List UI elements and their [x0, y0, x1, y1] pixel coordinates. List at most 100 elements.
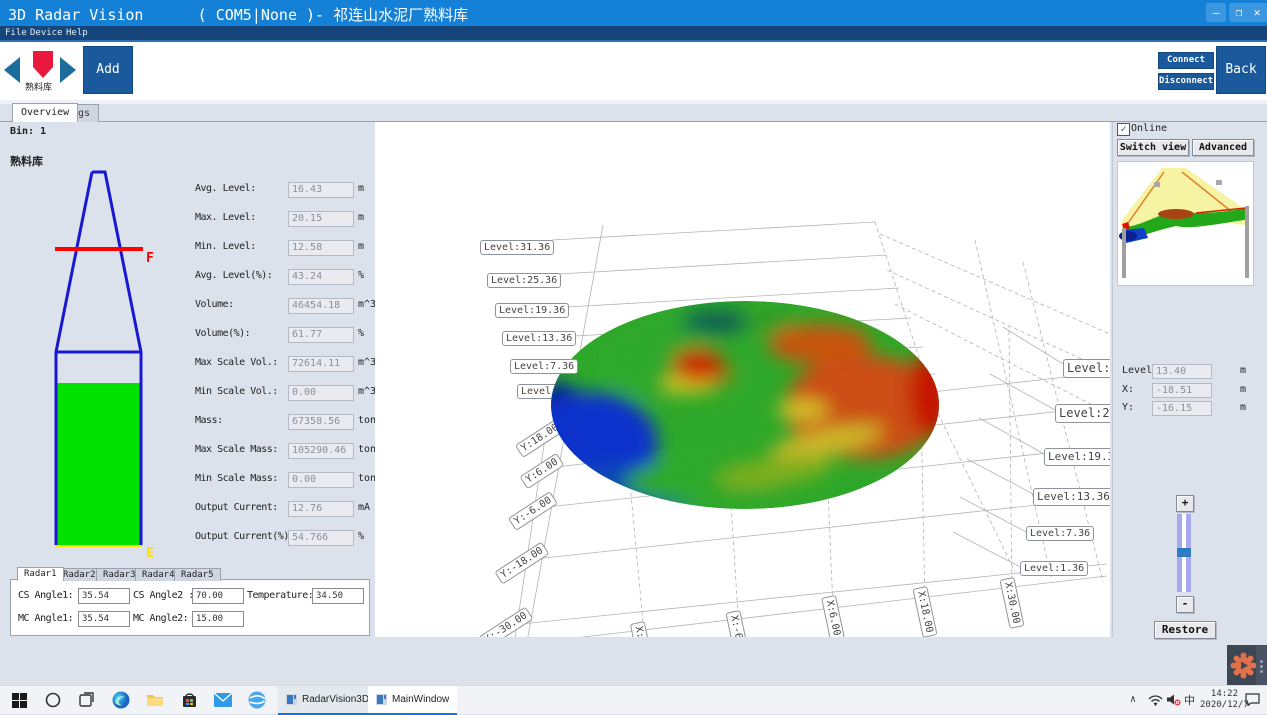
tab-overview[interactable]: Overview	[12, 103, 78, 122]
add-button[interactable]: Add	[83, 46, 133, 94]
level-tag: Level:7.36	[1026, 526, 1094, 541]
menu-help[interactable]: Help	[66, 28, 88, 38]
mc-angle2-input[interactable]: 15.00	[192, 611, 244, 627]
bin-icon-label: 熟料库	[25, 80, 52, 93]
menu-device[interactable]: Device	[30, 28, 63, 38]
zoom-slider-handle[interactable]	[1177, 548, 1191, 557]
stat-row: Max. Level:20.15m	[195, 211, 395, 227]
stat-unit: m^3	[358, 386, 376, 397]
level-tag: Level:1.36	[1020, 561, 1088, 576]
restore-button[interactable]: Restore	[1154, 621, 1216, 639]
taskbar-window-mainwindow[interactable]: MainWindow	[368, 686, 457, 715]
file-explorer-icon[interactable]	[144, 689, 166, 711]
app-window-icon	[286, 694, 297, 705]
stat-unit: mA	[358, 502, 370, 513]
restore-icon[interactable]: ❐	[1229, 3, 1249, 22]
stat-label: Avg. Level:	[195, 183, 256, 194]
stat-label: Volume(%):	[195, 328, 250, 339]
stat-value: 54.766	[288, 530, 354, 546]
zoom-slider-track[interactable]	[1177, 514, 1191, 592]
back-button[interactable]: Back	[1216, 46, 1266, 94]
stat-label: Max. Level:	[195, 212, 256, 223]
store-icon[interactable]	[178, 689, 200, 711]
online-checkbox[interactable]: ✓	[1117, 123, 1130, 136]
tab-strip: Overview Logs	[0, 103, 1267, 122]
app-window-icon	[376, 694, 387, 705]
stat-row: Volume:46454.18m^3	[195, 298, 395, 314]
volume-muted-icon[interactable]	[1166, 686, 1181, 713]
level-tag: Level:31.36	[480, 240, 554, 255]
gear-icon[interactable]	[1230, 652, 1257, 679]
stat-unit: m	[358, 241, 364, 252]
bin-name: 熟料库	[10, 153, 43, 169]
stat-row: Min. Level:12.58m	[195, 240, 395, 256]
menu-bar: File Device Help	[0, 26, 1267, 42]
title-bar: 3D Radar Vision ( COM5|None )- 祁连山水泥厂熟料库…	[0, 0, 1267, 26]
temperature-label: Temperature:	[247, 590, 313, 601]
switch-view-button[interactable]: Switch view	[1117, 139, 1189, 156]
stat-value: 16.43	[288, 182, 354, 198]
stat-row: Max Scale Mass:105290.46ton	[195, 443, 395, 459]
stat-unit: ton	[358, 415, 376, 426]
zoom-out-button[interactable]: -	[1176, 596, 1194, 613]
cs-angle2-label: CS Angle2 :	[133, 590, 194, 601]
online-label: Online	[1131, 123, 1167, 134]
notification-icon[interactable]	[1245, 686, 1260, 713]
start-icon[interactable]	[8, 689, 30, 711]
taskbar: RadarVision3D.ex... MainWindow ∧ 中 14:22…	[0, 685, 1267, 714]
ime-indicator[interactable]: 中	[1184, 686, 1195, 713]
stat-value: 12.76	[288, 501, 354, 517]
widget-menu-dots[interactable]	[1256, 645, 1267, 686]
stat-label: Output Current:	[195, 502, 278, 513]
x-readout-value: -18.51	[1152, 383, 1212, 398]
zoom-in-button[interactable]: +	[1176, 495, 1194, 512]
stat-unit: %	[358, 328, 364, 339]
edge-icon[interactable]	[110, 689, 132, 711]
stat-row: Avg. Level(%):43.24%	[195, 269, 395, 285]
stat-label: Min Scale Mass:	[195, 473, 278, 484]
level-readout-unit: m	[1240, 365, 1246, 376]
task-view-icon[interactable]	[76, 689, 98, 711]
stat-value: 67358.56	[288, 414, 354, 430]
full-line-label: F	[146, 251, 154, 266]
tab-radar5[interactable]: Radar5	[174, 568, 221, 581]
browser-icon[interactable]	[246, 689, 268, 711]
level-tag: Level:25.36	[487, 273, 561, 288]
cs-angle1-input[interactable]: 35.54	[78, 588, 130, 604]
mc-angle1-input[interactable]: 35.54	[78, 611, 130, 627]
surface-plot-3d[interactable]: Level:1.36 Y:18.00	[375, 122, 1110, 637]
search-icon[interactable]	[42, 689, 64, 711]
screen-recorder-widget[interactable]	[1227, 645, 1267, 686]
stat-label: Avg. Level(%):	[195, 270, 272, 281]
x-readout: X: -18.51 m	[1122, 383, 1262, 398]
menu-file[interactable]: File	[5, 28, 27, 38]
cs-angle2-input[interactable]: 70.00	[192, 588, 244, 604]
temperature-input[interactable]: 34.50	[312, 588, 364, 604]
stat-row: Output Current(%):54.766%	[195, 530, 395, 546]
stat-label: Max Scale Mass:	[195, 444, 278, 455]
close-icon[interactable]: ✕	[1247, 3, 1267, 22]
wifi-icon[interactable]	[1148, 686, 1163, 713]
stat-row: Output Current: 12.76 mA	[195, 501, 395, 517]
connect-button[interactable]: Connect	[1158, 52, 1214, 69]
bin-icon[interactable]	[31, 50, 55, 80]
next-bin-arrow-icon[interactable]	[60, 57, 76, 83]
advanced-button[interactable]: Advanced	[1192, 139, 1254, 156]
level-readout: Level: 13.40 m	[1122, 364, 1262, 379]
silo-diagram: F E	[40, 165, 170, 565]
cross-section-thumbnail[interactable]	[1117, 161, 1254, 286]
empty-line-label: E	[146, 546, 154, 561]
level-tag: Level:13.36	[502, 331, 576, 346]
prev-bin-arrow-icon[interactable]	[4, 57, 20, 83]
tab-radar1[interactable]: Radar1	[17, 567, 64, 581]
mail-icon[interactable]	[212, 689, 234, 711]
mc-angle1-label: MC Angle1:	[18, 613, 73, 624]
disconnect-button[interactable]: Disconnect	[1158, 73, 1214, 90]
minimize-icon[interactable]: —	[1206, 3, 1226, 22]
thumb-wall-left	[1122, 228, 1126, 278]
x-readout-unit: m	[1240, 384, 1246, 395]
stat-row: Min Scale Mass:0.00ton	[195, 472, 395, 488]
stat-value: 20.15	[288, 211, 354, 227]
tray-chevron-up-icon[interactable]: ∧	[1130, 686, 1136, 713]
clock[interactable]: 14:22 2020/12/7	[1200, 686, 1238, 713]
